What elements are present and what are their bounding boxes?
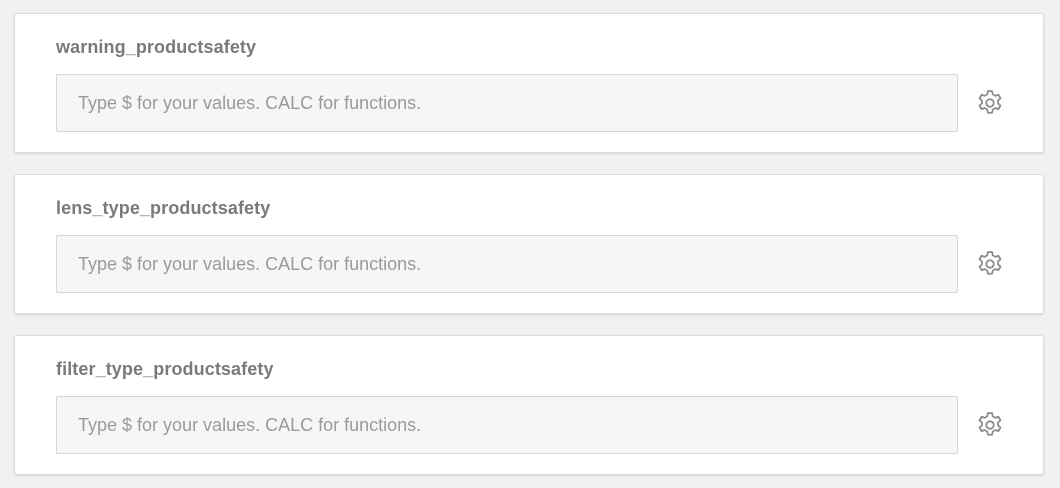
settings-button[interactable] — [975, 410, 1005, 440]
field-card-filter-type: filter_type_productsafety — [14, 335, 1044, 475]
field-label: filter_type_productsafety — [56, 359, 274, 379]
field-label: lens_type_productsafety — [56, 198, 271, 218]
value-input[interactable] — [56, 396, 958, 454]
gear-icon — [978, 412, 1002, 436]
field-label: warning_productsafety — [56, 37, 257, 57]
field-card-lens-type: lens_type_productsafety — [14, 174, 1044, 314]
settings-button[interactable] — [975, 249, 1005, 279]
settings-button[interactable] — [975, 88, 1005, 118]
value-input[interactable] — [56, 235, 958, 293]
field-card-warning: warning_productsafety — [14, 13, 1044, 153]
gear-icon — [978, 90, 1002, 114]
gear-icon — [978, 251, 1002, 275]
value-input[interactable] — [56, 74, 958, 132]
